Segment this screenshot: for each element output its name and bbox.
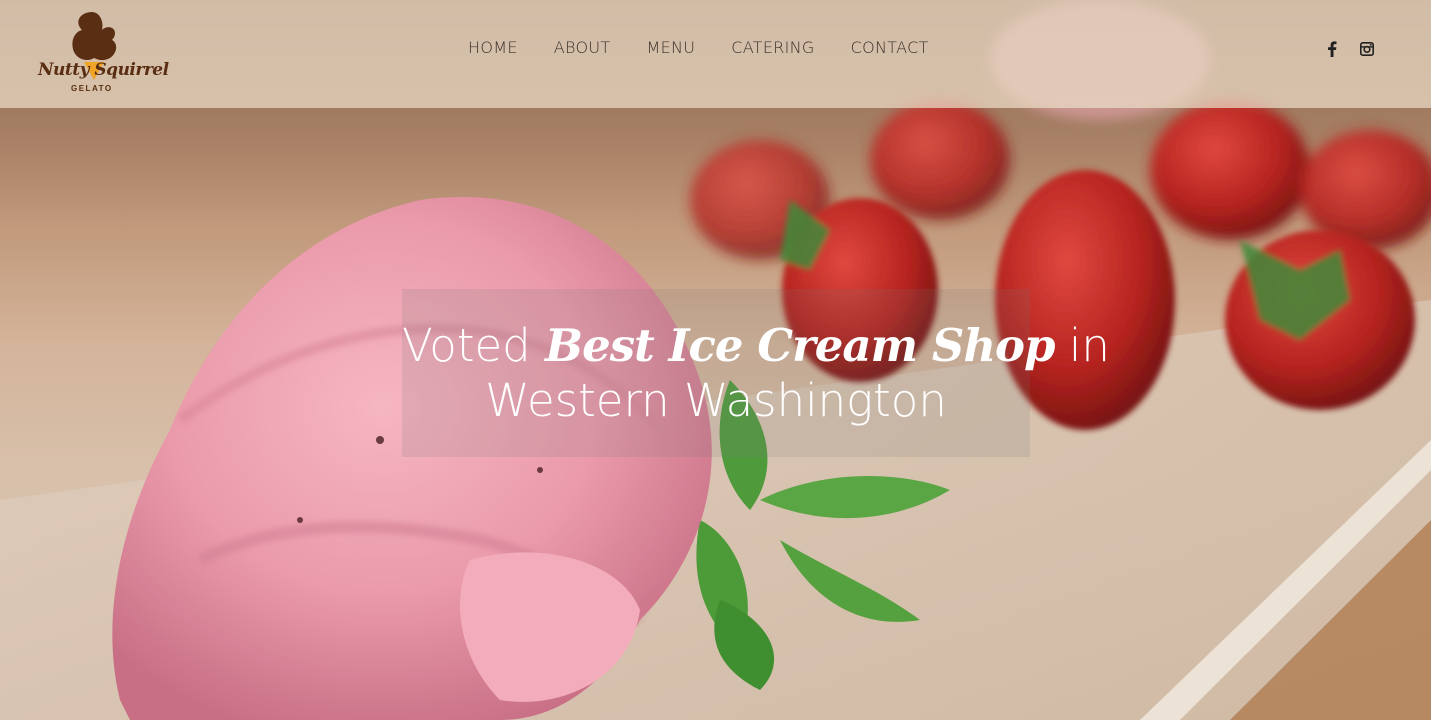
headline-prefix: Voted [402, 319, 546, 372]
brand-logo[interactable]: Nutty Squirrel GELATO [34, 8, 169, 98]
hero-headline: Voted Best Ice Cream Shop in Western Was… [402, 289, 1110, 457]
facebook-icon[interactable] [1321, 38, 1343, 60]
brand-name: Nutty Squirrel [38, 60, 169, 80]
brand-subtitle: GELATO [71, 84, 113, 93]
nav-about[interactable]: ABOUT [536, 36, 629, 60]
nav-menu[interactable]: MENU [628, 36, 713, 60]
headline-line-2: Western Washington [485, 374, 947, 427]
main-nav: HOME ABOUT MENU CATERING CONTACT [450, 36, 947, 60]
nav-catering[interactable]: CATERING [713, 36, 832, 60]
headline-script-text: Best Ice Cream Shop [545, 319, 1055, 372]
headline-line-1: Voted Best Ice Cream Shop in [402, 319, 1110, 373]
instagram-icon[interactable] [1356, 38, 1378, 60]
site-header: Nutty Squirrel GELATO HOME ABOUT MENU CA… [0, 0, 1431, 108]
nav-contact[interactable]: CONTACT [833, 36, 947, 60]
headline-suffix: in [1054, 319, 1110, 372]
nav-home[interactable]: HOME [450, 36, 536, 60]
